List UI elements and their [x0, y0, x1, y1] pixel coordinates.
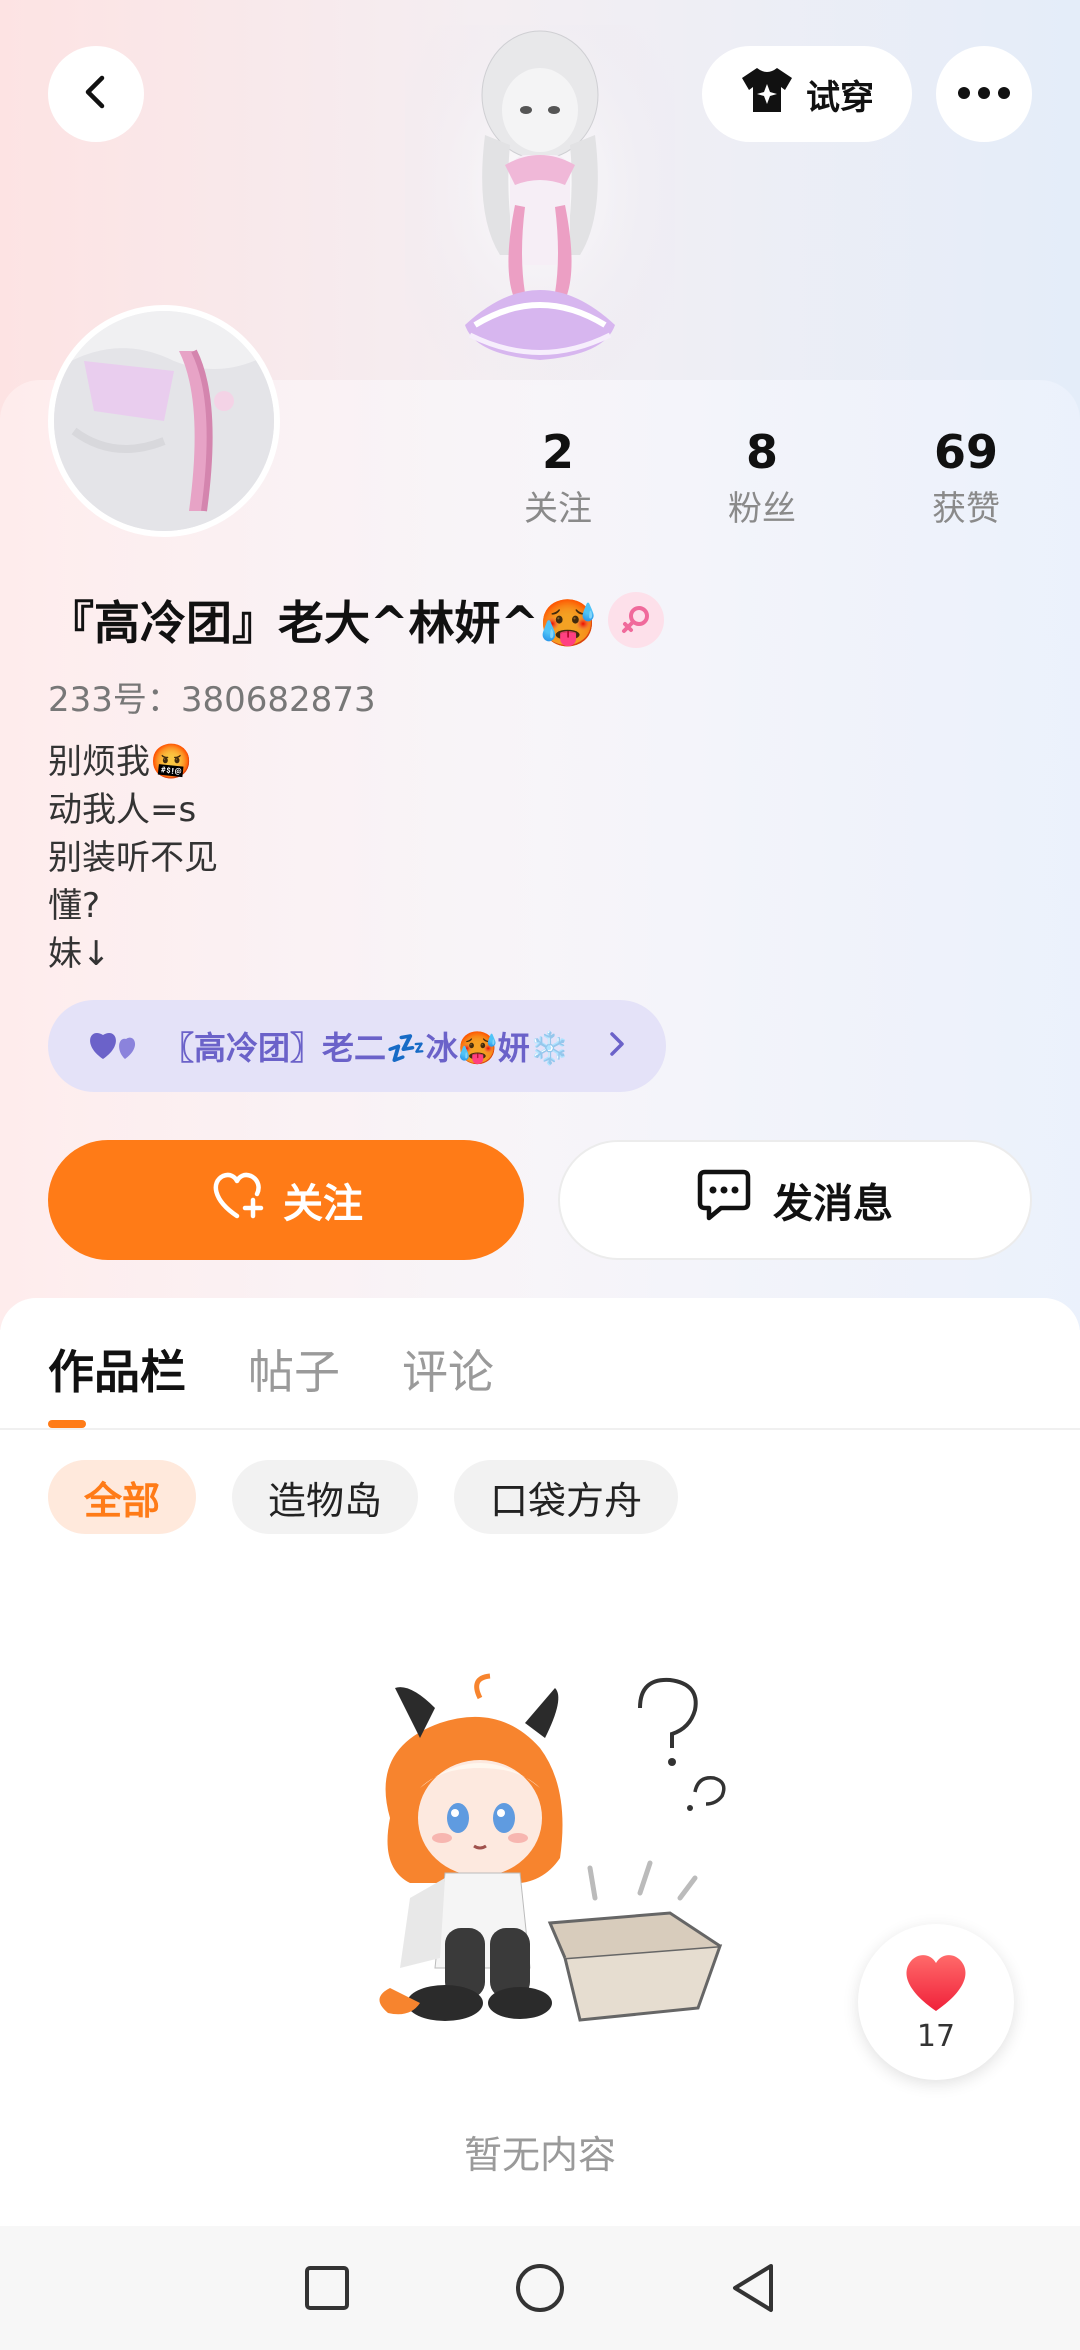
empty-state-illustration [350, 1668, 770, 2068]
filter-pocket-ark[interactable]: 口袋方舟 [454, 1460, 679, 1534]
chevron-left-icon [78, 74, 114, 114]
user-id: 233号：380682873 [48, 680, 376, 720]
followers-count: 8 [745, 425, 778, 479]
back-button[interactable] [48, 46, 144, 142]
content-tabs: 作品栏 帖子 评论 [48, 1336, 494, 1408]
heart-plus-icon [209, 1170, 265, 1230]
following-count: 2 [541, 425, 574, 479]
try-on-button[interactable]: 试穿 [702, 46, 912, 142]
back-triangle-icon[interactable] [718, 2253, 788, 2323]
bio-line: 别装听不见 [48, 838, 218, 878]
tshirt-icon [740, 66, 794, 123]
likes-label: 获赞 [932, 489, 1000, 529]
chevron-right-icon [608, 1030, 626, 1062]
home-icon[interactable] [505, 2253, 575, 2323]
followers-label: 粉丝 [728, 489, 796, 529]
follow-label: 关注 [283, 1181, 363, 1227]
profile-bio: 别烦我🤬 动我人=s 别装听不见 懂? 妹↓ [48, 738, 218, 978]
recent-apps-icon[interactable] [292, 2253, 362, 2323]
tabs-divider [0, 1428, 1080, 1430]
more-button[interactable] [936, 46, 1032, 142]
active-tab-indicator [48, 1420, 86, 1428]
profile-name: 『高冷团』老大^林妍^🥵 [48, 596, 597, 650]
stat-following[interactable]: 2 关注 [478, 420, 638, 534]
chat-bubble-icon [697, 1169, 751, 1231]
follow-button[interactable]: 关注 [48, 1140, 524, 1260]
status-bar [0, 0, 1080, 10]
more-dots-icon [957, 85, 1011, 104]
filter-creation-island[interactable]: 造物岛 [232, 1460, 419, 1534]
costume-figure [405, 25, 675, 385]
hearts-icon [88, 1027, 140, 1065]
like-float-button[interactable]: 17 [858, 1924, 1014, 2080]
like-count: 17 [916, 2018, 956, 2054]
message-button[interactable]: 发消息 [558, 1140, 1032, 1260]
heart-icon [901, 1951, 971, 2017]
message-label: 发消息 [773, 1181, 893, 1227]
avatar[interactable] [48, 305, 280, 537]
following-label: 关注 [524, 489, 592, 529]
system-navigation-bar [0, 2226, 1080, 2350]
content-panel: 作品栏 帖子 评论 全部 造物岛 口袋方舟 暂无内容 [0, 1298, 1080, 2350]
try-on-label: 试穿 [806, 77, 874, 118]
tab-posts[interactable]: 帖子 [248, 1336, 340, 1408]
filter-all[interactable]: 全部 [48, 1460, 197, 1534]
filter-chips: 全部 造物岛 口袋方舟 [48, 1460, 679, 1534]
bio-line: 妹↓ [48, 934, 111, 974]
stat-followers[interactable]: 8 粉丝 [682, 420, 842, 534]
tab-works[interactable]: 作品栏 [48, 1336, 186, 1408]
relationship-text: 〖高冷团〗老二💤冰🥵妍❄️ [162, 1029, 570, 1067]
stat-likes[interactable]: 69 获赞 [886, 420, 1046, 534]
likes-count: 69 [933, 425, 998, 479]
profile-name-row: 『高冷团』老大^林妍^🥵 [48, 588, 665, 652]
bio-line: 别烦我🤬 [48, 742, 193, 782]
female-gender-icon [608, 592, 665, 648]
empty-state-text: 暂无内容 [463, 2133, 616, 2177]
bio-line: 懂? [48, 886, 101, 926]
bio-line: 动我人=s [48, 790, 197, 830]
relationship-badge[interactable]: 〖高冷团〗老二💤冰🥵妍❄️ [48, 1000, 666, 1092]
tab-comments[interactable]: 评论 [402, 1336, 494, 1408]
